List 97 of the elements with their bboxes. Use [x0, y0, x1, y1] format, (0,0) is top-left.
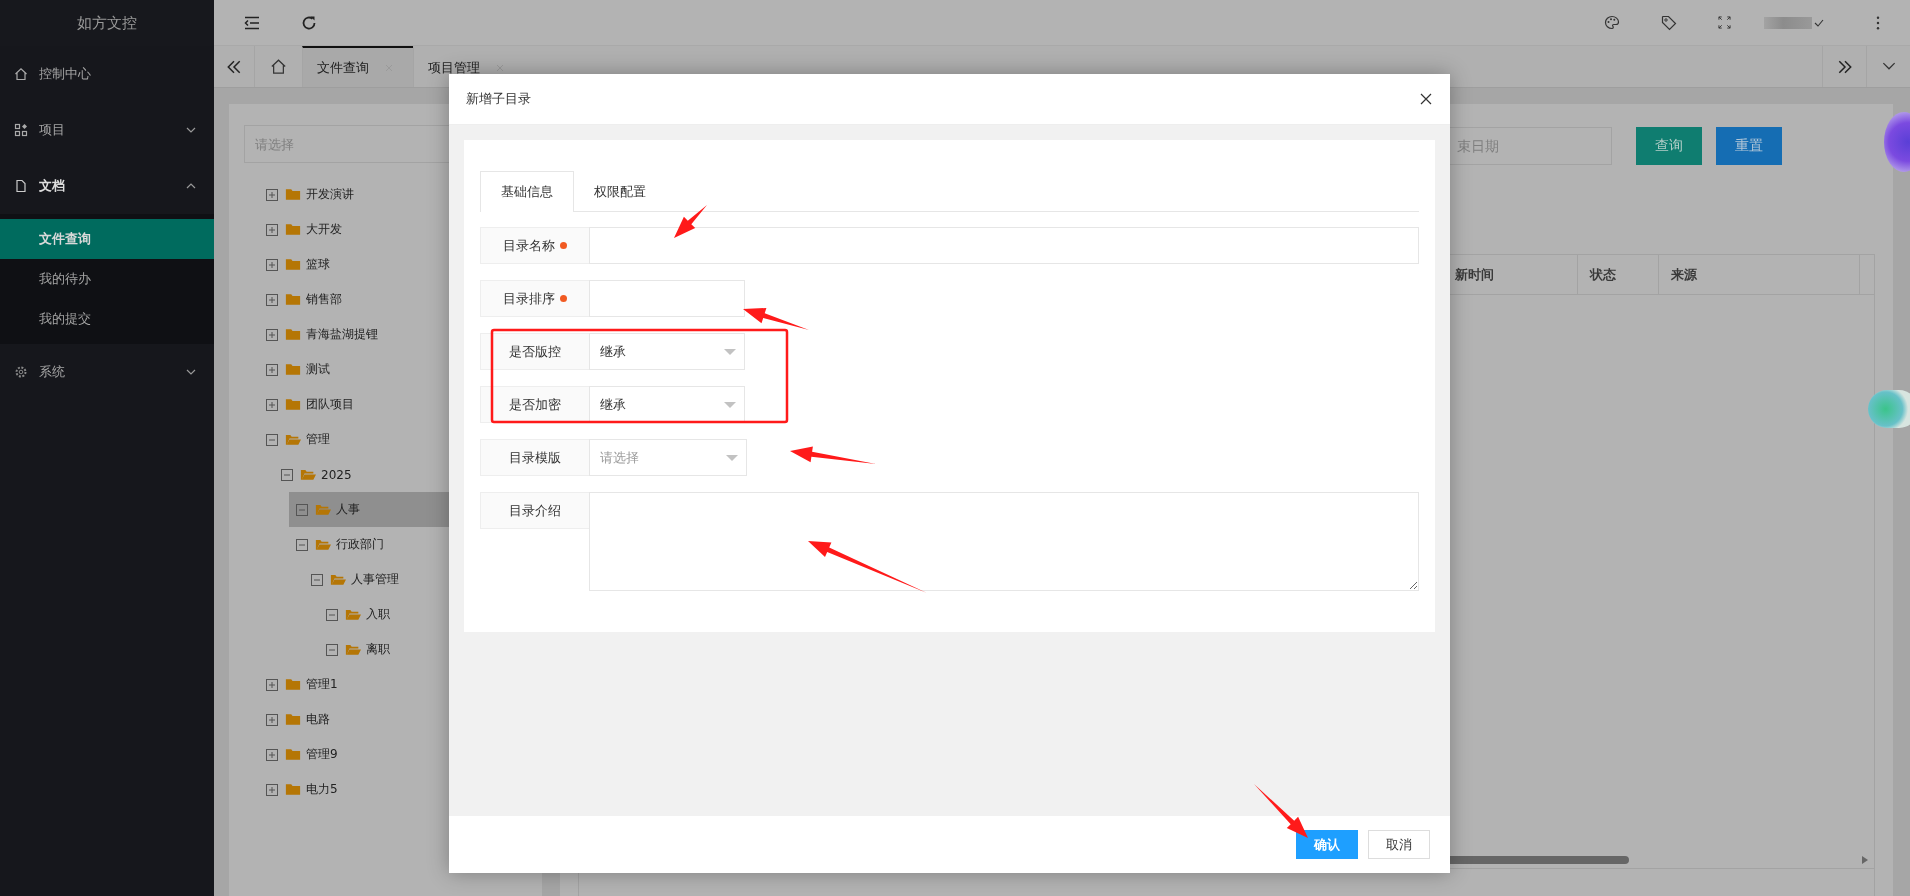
caret-icon — [726, 454, 738, 461]
collapse-icon[interactable] — [326, 608, 338, 621]
folder-icon — [285, 433, 301, 446]
field-label: 目录介绍 — [480, 492, 589, 529]
tree-item[interactable]: 离职 — [319, 632, 542, 667]
sidebar-subitem[interactable]: 文件查询 — [0, 219, 214, 259]
sidebar-item[interactable]: 文档 — [0, 158, 214, 214]
folder-icon — [345, 608, 361, 621]
folder-icon — [285, 678, 301, 691]
chevron-down-icon — [186, 127, 196, 133]
collapse-icon[interactable] — [266, 433, 278, 446]
collapse-icon[interactable] — [326, 643, 338, 656]
menu-fold-icon[interactable] — [244, 14, 260, 31]
folder-icon — [315, 538, 331, 551]
dialog-title: 新增子目录 — [466, 90, 531, 108]
expand-icon[interactable] — [266, 748, 278, 761]
expand-icon[interactable] — [266, 188, 278, 201]
folder-icon — [285, 188, 301, 201]
column-header[interactable]: 来源 — [1658, 255, 1859, 294]
check-icon — [1814, 18, 1824, 27]
document-icon — [14, 179, 28, 193]
column-header[interactable]: 状态 — [1577, 255, 1658, 294]
chevron-up-icon — [186, 183, 196, 189]
folder-icon — [285, 713, 301, 726]
caret-icon — [724, 401, 736, 408]
expand-icon[interactable] — [266, 363, 278, 376]
folder-icon — [345, 643, 361, 656]
folder-icon — [285, 293, 301, 306]
textarea-field[interactable] — [589, 492, 1419, 591]
folder-icon — [285, 258, 301, 271]
form-tab[interactable]: 权限配置 — [574, 171, 666, 211]
collapse-icon[interactable] — [311, 573, 323, 586]
expand-icon[interactable] — [266, 293, 278, 306]
sidebar-subitem[interactable]: 我的提交 — [0, 299, 214, 339]
collapse-icon[interactable] — [296, 503, 308, 516]
tree-item[interactable]: 管理9 — [259, 737, 542, 772]
close-icon[interactable] — [1420, 93, 1432, 105]
cancel-button[interactable]: 取消 — [1368, 830, 1430, 859]
expand-icon[interactable] — [266, 258, 278, 271]
double-chevron-left-icon — [226, 58, 242, 75]
sidebar-subitem[interactable]: 我的待办 — [0, 259, 214, 299]
expand-icon[interactable] — [266, 678, 278, 691]
caret-icon — [724, 348, 736, 355]
expand-icon[interactable] — [266, 398, 278, 411]
required-dot — [560, 295, 567, 302]
input-field[interactable] — [589, 280, 745, 317]
sidebar-item[interactable]: 项目 — [0, 102, 214, 158]
scroll-right-icon[interactable] — [1862, 856, 1868, 864]
tree-item[interactable]: 电路 — [259, 702, 542, 737]
fullscreen-icon[interactable] — [1718, 16, 1731, 29]
sidebar-item[interactable]: 控制中心 — [0, 46, 214, 102]
home-icon — [270, 58, 287, 75]
field-label: 目录模版 — [480, 439, 589, 476]
folder-icon — [285, 748, 301, 761]
form-tab[interactable]: 基础信息 — [480, 171, 574, 212]
tree-item[interactable]: 电力5 — [259, 772, 542, 807]
tag-icon[interactable] — [1661, 14, 1677, 31]
double-chevron-right-icon — [1836, 58, 1853, 75]
folder-icon — [285, 398, 301, 411]
refresh-icon[interactable] — [301, 14, 317, 31]
chevron-down-icon — [186, 369, 196, 375]
folder-icon — [285, 223, 301, 236]
input-field[interactable] — [589, 227, 1419, 264]
select-field[interactable]: 继承 — [589, 333, 745, 370]
expand-icon[interactable] — [266, 713, 278, 726]
tree-item[interactable]: 入职 — [319, 597, 542, 632]
annotation-arrow — [674, 205, 707, 238]
collapse-icon[interactable] — [281, 468, 293, 481]
expand-icon[interactable] — [266, 783, 278, 796]
gear-icon — [14, 365, 28, 379]
folder-icon — [300, 468, 316, 481]
tree-item[interactable]: 行政部门 — [289, 527, 542, 562]
field-label: 是否版控 — [480, 333, 589, 370]
home-icon — [14, 67, 28, 81]
folder-icon — [285, 363, 301, 376]
field-label: 是否加密 — [480, 386, 589, 423]
more-icon[interactable] — [1876, 15, 1880, 30]
folder-icon — [285, 328, 301, 341]
tree-item[interactable]: 管理1 — [259, 667, 542, 702]
field-label: 目录名称 — [480, 227, 589, 264]
chevron-down-icon — [1881, 62, 1896, 71]
expand-icon[interactable] — [266, 223, 278, 236]
sidebar-item[interactable]: 系统 — [0, 344, 214, 400]
folder-icon — [285, 783, 301, 796]
required-dot — [560, 242, 567, 249]
folder-icon — [315, 503, 331, 516]
annotation-arrow — [1254, 784, 1308, 838]
field-label: 目录排序 — [480, 280, 589, 317]
palette-icon[interactable] — [1604, 14, 1620, 31]
collapse-icon[interactable] — [296, 538, 308, 551]
annotation-arrow — [743, 308, 809, 330]
tree-item[interactable]: 人事管理 — [304, 562, 542, 597]
page-tab[interactable]: 文件查询 — [302, 46, 413, 87]
grid-icon — [14, 123, 28, 137]
expand-icon[interactable] — [266, 328, 278, 341]
select-field[interactable]: 继承 — [589, 386, 745, 423]
folder-icon — [330, 573, 346, 586]
